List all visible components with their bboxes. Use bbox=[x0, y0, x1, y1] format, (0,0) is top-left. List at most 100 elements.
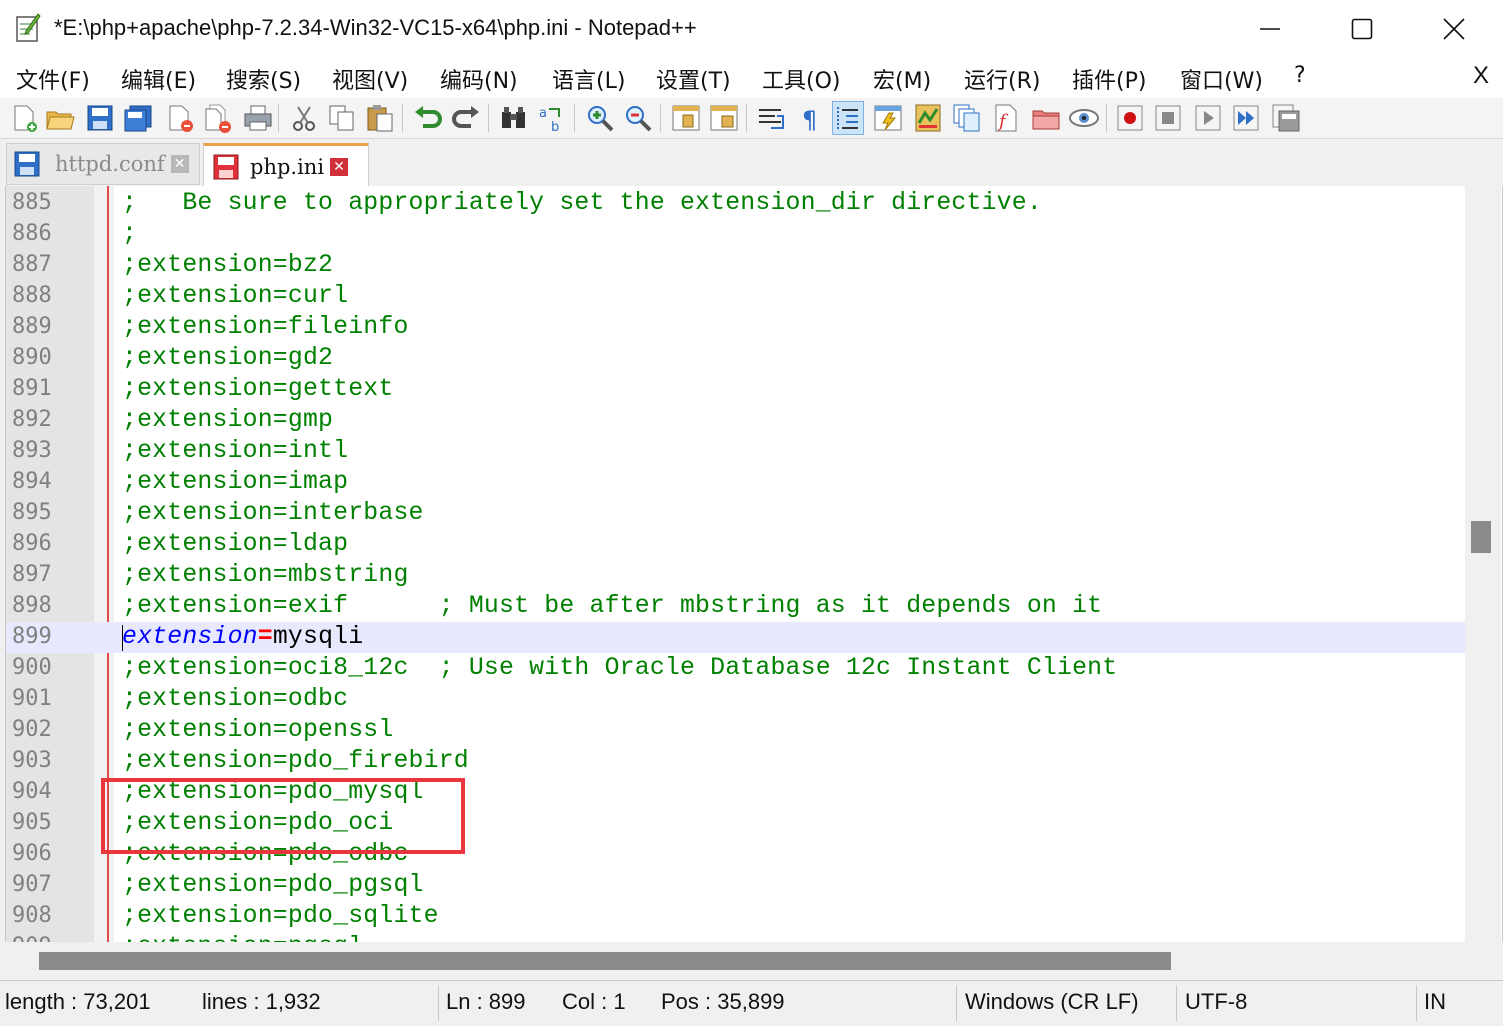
find-button[interactable] bbox=[498, 101, 530, 135]
open-file-button[interactable] bbox=[44, 101, 76, 135]
code-line[interactable]: 893 ;extension=intl bbox=[6, 436, 1466, 467]
menu-language[interactable]: 语言(L) bbox=[552, 63, 625, 95]
close-document-button[interactable]: X bbox=[1473, 62, 1489, 90]
menu-help[interactable]: ? bbox=[1294, 63, 1306, 88]
tab-httpd-conf[interactable]: httpd.conf ✕ bbox=[6, 143, 200, 185]
line-text: ;extension=pgsql bbox=[122, 933, 363, 942]
cut-button[interactable] bbox=[288, 101, 320, 135]
line-text: ; bbox=[122, 220, 138, 248]
ini-key: extension bbox=[122, 623, 258, 651]
line-text: ;extension=fileinfo bbox=[122, 313, 409, 341]
code-line[interactable]: 907 ;extension=pdo_pgsql bbox=[6, 870, 1466, 901]
monitoring-button[interactable] bbox=[1068, 101, 1100, 135]
toolbar-separator bbox=[402, 104, 403, 132]
code-line[interactable]: 885 ; Be sure to appropriately set the ex… bbox=[6, 188, 1466, 219]
code-editor[interactable]: 885 ; Be sure to appropriately set the ex… bbox=[5, 186, 1503, 942]
word-wrap-button[interactable] bbox=[756, 101, 788, 135]
minimize-button[interactable] bbox=[1224, 0, 1316, 58]
paste-button[interactable] bbox=[364, 101, 396, 135]
menu-run[interactable]: 运行(R) bbox=[964, 63, 1040, 95]
menu-tools[interactable]: 工具(O) bbox=[762, 63, 840, 95]
svg-text:¶: ¶ bbox=[802, 106, 817, 132]
code-line[interactable]: 902 ;extension=openssl bbox=[6, 715, 1466, 746]
zoom-in-button[interactable] bbox=[584, 101, 616, 135]
window-title: *E:\php+apache\php-7.2.34-Win32-VC15-x64… bbox=[54, 15, 697, 40]
sync-horizontal-button[interactable] bbox=[708, 101, 740, 135]
line-text: ;extension=imap bbox=[122, 468, 349, 496]
code-line[interactable]: 900 ;extension=oci8_12c ; Use with Oracle… bbox=[6, 653, 1466, 684]
open-folder-icon bbox=[46, 111, 75, 130]
close-button-toolbar[interactable] bbox=[164, 101, 196, 135]
code-line[interactable]: 891 ;extension=gettext bbox=[6, 374, 1466, 405]
show-all-chars-button[interactable]: ¶ bbox=[794, 101, 826, 135]
sync-vertical-button[interactable] bbox=[670, 101, 702, 135]
function-list-button[interactable]: f bbox=[990, 101, 1022, 135]
vertical-scroll-thumb[interactable] bbox=[1471, 521, 1491, 553]
menu-view[interactable]: 视图(V) bbox=[332, 63, 408, 95]
unsaved-file-icon bbox=[213, 154, 239, 179]
tab-close-icon[interactable]: ✕ bbox=[170, 155, 189, 173]
status-eol-format[interactable]: Windows (CR LF) bbox=[965, 989, 1139, 1015]
doc-list-button[interactable] bbox=[950, 101, 982, 135]
menu-bar: 文件(F) 编辑(E) 搜索(S) 视图(V) 编码(N) 语言(L) 设置(T… bbox=[0, 58, 1503, 98]
udl-button[interactable] bbox=[872, 101, 904, 135]
code-line[interactable]: 892 ;extension=gmp bbox=[6, 405, 1466, 436]
tab-close-icon[interactable]: ✕ bbox=[330, 157, 349, 176]
doc-map-button[interactable] bbox=[912, 101, 944, 135]
menu-settings[interactable]: 设置(T) bbox=[656, 63, 731, 95]
menu-encoding[interactable]: 编码(N) bbox=[440, 63, 518, 95]
close-all-button[interactable] bbox=[202, 101, 234, 135]
tab-php-ini[interactable]: php.ini ✕ bbox=[203, 143, 369, 187]
code-line[interactable]: 890 ;extension=gd2 bbox=[6, 343, 1466, 374]
folder-workspace-button[interactable] bbox=[1030, 101, 1062, 135]
undo-button[interactable] bbox=[412, 101, 444, 135]
code-line[interactable]: 903 ;extension=pdo_firebird bbox=[6, 746, 1466, 777]
status-encoding[interactable]: UTF-8 bbox=[1185, 989, 1247, 1015]
code-line[interactable]: 897 ;extension=mbstring bbox=[6, 560, 1466, 591]
menu-edit[interactable]: 编辑(E) bbox=[121, 63, 196, 95]
record-macro-button[interactable] bbox=[1114, 101, 1146, 135]
current-code-line[interactable]: 899 extension=mysqli bbox=[6, 622, 1466, 653]
horizontal-scroll-thumb[interactable] bbox=[39, 952, 1171, 970]
print-button[interactable] bbox=[242, 101, 274, 135]
line-number: 903 bbox=[12, 748, 52, 773]
code-line[interactable]: 895 ;extension=interbase bbox=[6, 498, 1466, 529]
menu-window[interactable]: 窗口(W) bbox=[1180, 63, 1263, 95]
document-map-icon bbox=[915, 104, 941, 132]
horizontal-scrollbar[interactable] bbox=[5, 942, 1465, 978]
menu-file[interactable]: 文件(F) bbox=[16, 63, 90, 95]
vertical-scrollbar[interactable] bbox=[1465, 186, 1501, 942]
maximize-button[interactable] bbox=[1316, 0, 1408, 58]
code-line[interactable]: 887 ;extension=bz2 bbox=[6, 250, 1466, 281]
code-line[interactable]: 896 ;extension=ldap bbox=[6, 529, 1466, 560]
code-line[interactable]: 909 ;extension=pgsql bbox=[6, 932, 1466, 942]
menu-plugins[interactable]: 插件(P) bbox=[1072, 63, 1146, 95]
run-macro-multiple-button[interactable] bbox=[1230, 101, 1262, 135]
stop-record-button[interactable] bbox=[1152, 101, 1184, 135]
menu-macro[interactable]: 宏(M) bbox=[873, 63, 931, 95]
play-macro-button[interactable] bbox=[1192, 101, 1224, 135]
code-line[interactable]: 888 ;extension=curl bbox=[6, 281, 1466, 312]
line-text: extension=mysqli bbox=[122, 623, 363, 651]
code-line[interactable]: 901 ;extension=odbc bbox=[6, 684, 1466, 715]
code-line[interactable]: 889 ;extension=fileinfo bbox=[6, 312, 1466, 343]
zoom-out-button[interactable] bbox=[622, 101, 654, 135]
save-button[interactable] bbox=[84, 101, 116, 135]
redo-button[interactable] bbox=[450, 101, 482, 135]
indent-guide-button[interactable] bbox=[832, 101, 864, 135]
close-icon bbox=[1443, 18, 1465, 40]
notepad-plus-plus-icon bbox=[14, 13, 42, 43]
line-number: 889 bbox=[12, 314, 52, 339]
replace-button[interactable]: ab bbox=[536, 101, 568, 135]
save-icon bbox=[87, 105, 113, 131]
new-file-button[interactable] bbox=[8, 101, 40, 135]
code-line[interactable]: 894 ;extension=imap bbox=[6, 467, 1466, 498]
save-all-button[interactable] bbox=[122, 101, 154, 135]
code-line[interactable]: 898 ;extension=exif ; Must be after mbstr… bbox=[6, 591, 1466, 622]
code-line[interactable]: 886; bbox=[6, 219, 1466, 250]
copy-button[interactable] bbox=[326, 101, 358, 135]
close-button[interactable] bbox=[1408, 0, 1500, 58]
code-line[interactable]: 908 ;extension=pdo_sqlite bbox=[6, 901, 1466, 932]
menu-search[interactable]: 搜索(S) bbox=[226, 63, 301, 95]
save-macro-button[interactable] bbox=[1270, 101, 1302, 135]
